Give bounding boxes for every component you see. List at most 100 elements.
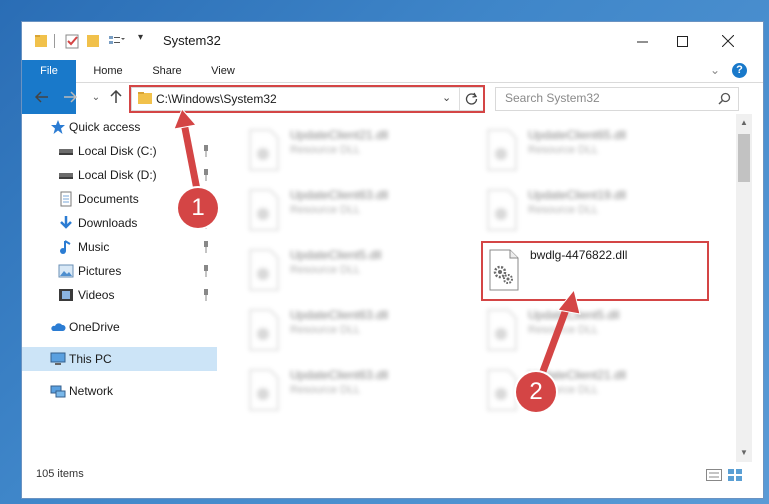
dll-file-icon [487, 129, 517, 171]
dll-file-icon [249, 189, 279, 231]
tab-view[interactable]: View [200, 60, 246, 82]
close-button[interactable] [708, 28, 748, 54]
target-file-highlight [481, 241, 709, 301]
up-arrow-icon [110, 90, 122, 103]
sidebar-item-videos[interactable]: Videos [22, 283, 217, 307]
dll-file-icon [249, 129, 279, 171]
recent-locations-chevron-icon[interactable]: ⌄ [86, 87, 106, 107]
vertical-scrollbar[interactable]: ▲ ▼ [736, 114, 752, 462]
help-icon[interactable]: ? [732, 63, 747, 78]
new-folder-icon[interactable] [86, 32, 100, 50]
star-icon [51, 120, 65, 134]
file-type: Resource DLL [290, 324, 361, 336]
dll-file-icon [487, 309, 517, 351]
sidebar-item-label: Local Disk (D:) [78, 168, 157, 182]
step-badge-2: 2 [516, 372, 556, 412]
search-input[interactable] [496, 88, 715, 108]
file-type: Resource DLL [528, 144, 599, 156]
file-name: UpdateClient63.dll [290, 308, 389, 322]
folder-icon[interactable] [34, 32, 48, 50]
file-item[interactable]: UpdateClient65.dll Resource DLL [480, 122, 700, 176]
file-name: UpdateClient19.dll [528, 188, 627, 202]
file-type: Resource DLL [290, 264, 361, 276]
expand-ribbon-chevron-icon[interactable]: ⌄ [710, 63, 720, 77]
sidebar-item-label: OneDrive [69, 320, 120, 334]
title-bar: ▾ System32 [22, 22, 763, 60]
customize-toolbar-chevron-icon[interactable]: ▾ [138, 32, 143, 50]
dll-file-icon [249, 369, 279, 411]
sidebar-item-label: Network [69, 384, 114, 398]
scroll-down-icon[interactable]: ▼ [740, 448, 748, 457]
tab-home[interactable]: Home [84, 60, 132, 82]
file-item[interactable]: UpdateClient19.dll Resource DLL [480, 182, 700, 236]
back-button[interactable] [32, 87, 52, 107]
sidebar-item-label: This PC [69, 352, 112, 366]
search-box [495, 87, 739, 111]
pin-icon[interactable] [202, 265, 210, 277]
file-item[interactable]: UpdateClient5.dll Resource DLL [480, 302, 700, 356]
sidebar-item-pictures[interactable]: Pictures [22, 259, 217, 283]
drive-icon [59, 173, 73, 179]
scroll-up-icon[interactable]: ▲ [740, 118, 748, 127]
toolbar-separator [54, 34, 55, 48]
sidebar-item-label: Local Disk (C:) [78, 144, 157, 158]
properties-icon[interactable] [64, 32, 80, 50]
file-item[interactable]: UpdateClient21.dll Resource DLL [480, 362, 700, 416]
pictures-icon [58, 264, 74, 278]
file-item[interactable]: UpdateClient63.dll Resource DLL [242, 182, 462, 236]
file-name: UpdateClient65.dll [528, 128, 627, 142]
dll-file-icon [249, 309, 279, 351]
sidebar-item-label: Documents [78, 192, 139, 206]
file-name: UpdateClient21.dll [290, 128, 389, 142]
documents-icon [60, 191, 72, 207]
file-type: Resource DLL [528, 204, 599, 216]
details-view-icon[interactable] [706, 469, 722, 481]
window-title: System32 [163, 33, 221, 48]
minimize-button[interactable] [622, 28, 662, 54]
pin-icon[interactable] [202, 241, 210, 253]
view-options-icon[interactable] [107, 32, 125, 50]
status-bar: 105 items [22, 464, 763, 486]
ribbon-tabs: File Home Share View ⌄ ? [22, 60, 763, 114]
file-name: UpdateClient63.dll [290, 368, 389, 382]
forward-button[interactable] [60, 87, 80, 107]
search-icon[interactable] [718, 92, 731, 105]
cloud-icon [51, 323, 66, 331]
music-icon [60, 240, 71, 254]
sidebar-item-label: Music [78, 240, 110, 254]
maximize-icon [676, 35, 688, 47]
tab-share[interactable]: Share [142, 60, 192, 82]
file-name: UpdateClient5.dll [290, 248, 382, 262]
forward-arrow-icon [64, 91, 77, 103]
videos-icon [59, 289, 73, 301]
scrollbar-thumb[interactable] [738, 134, 750, 182]
sidebar-item-label: Quick access [69, 120, 141, 134]
file-item[interactable]: UpdateClient21.dll Resource DLL [242, 122, 462, 176]
sidebar-item-onedrive[interactable]: OneDrive [22, 315, 217, 339]
file-name: UpdateClient63.dll [290, 188, 389, 202]
pc-icon [50, 352, 66, 365]
sidebar-item-music[interactable]: Music [22, 235, 217, 259]
back-arrow-icon [35, 91, 48, 103]
sidebar-item-network[interactable]: Network [22, 379, 217, 403]
up-button[interactable] [106, 87, 126, 107]
file-item[interactable]: UpdateClient5.dll Resource DLL [242, 242, 462, 296]
dll-file-icon [249, 249, 279, 291]
file-type: Resource DLL [290, 144, 361, 156]
network-icon [50, 385, 66, 398]
file-item[interactable]: UpdateClient63.dll Resource DLL [242, 362, 462, 416]
pin-icon[interactable] [202, 289, 210, 301]
minimize-icon [636, 41, 648, 42]
drive-icon [59, 149, 73, 155]
item-count: 105 items [36, 468, 84, 480]
file-type: Resource DLL [290, 204, 361, 216]
sidebar-item-label: Pictures [78, 264, 122, 278]
close-icon [722, 35, 734, 47]
large-icons-view-icon[interactable] [728, 469, 742, 481]
maximize-button[interactable] [662, 28, 702, 54]
download-icon [60, 216, 72, 229]
dll-file-icon [487, 369, 517, 411]
file-item[interactable]: UpdateClient63.dll Resource DLL [242, 302, 462, 356]
sidebar-item-label: Downloads [78, 216, 138, 230]
sidebar-item-this-pc[interactable]: This PC [22, 347, 217, 371]
